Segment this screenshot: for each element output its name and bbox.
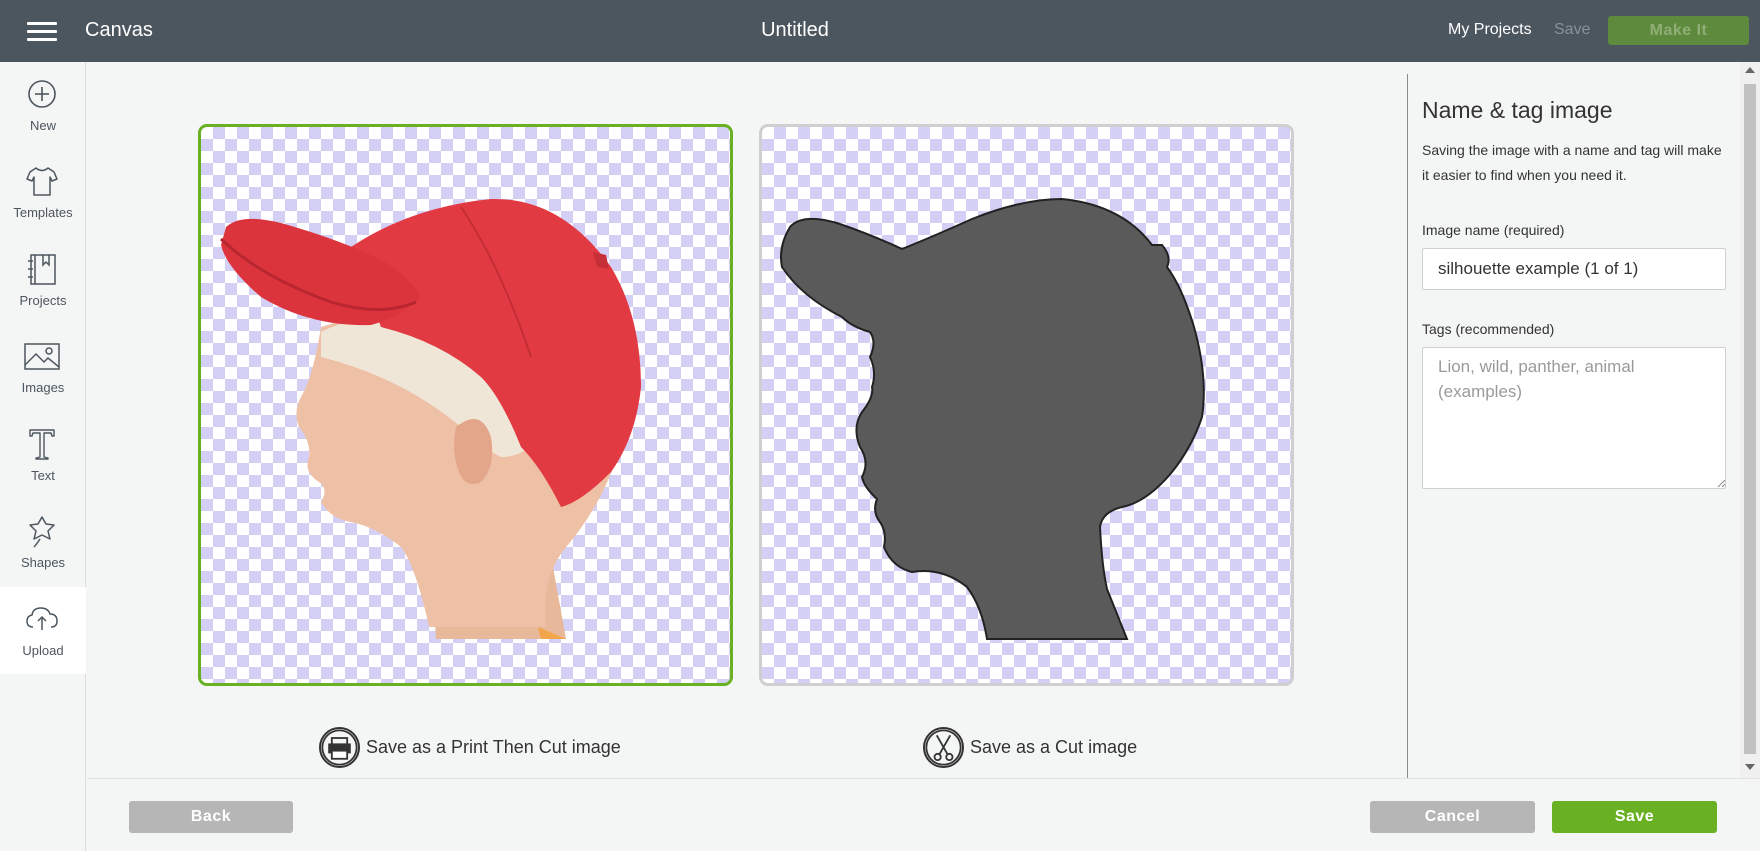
tags-input[interactable] <box>1422 347 1726 489</box>
back-button[interactable]: Back <box>129 801 293 833</box>
image-icon <box>24 343 60 370</box>
print-then-cut-label: Save as a Print Then Cut image <box>366 736 621 757</box>
plus-circle-icon <box>28 80 56 108</box>
shapes-icon <box>29 516 55 548</box>
print-then-cut-preview[interactable] <box>198 124 733 686</box>
scroll-down-arrow-icon[interactable] <box>1745 764 1755 770</box>
document-title[interactable]: Untitled <box>0 19 1590 42</box>
nav-label-shapes: Shapes <box>20 555 66 570</box>
nav-label-projects: Projects <box>19 293 67 308</box>
make-it-button[interactable]: Make It <box>1608 16 1749 45</box>
cut-option[interactable]: Save as a Cut image <box>923 725 1137 769</box>
boy-photo-image <box>219 198 641 639</box>
text-t-icon <box>29 429 55 460</box>
main-canvas-area: Save as a Print Then Cut image Save as a… <box>87 62 1407 778</box>
nav-label-images: Images <box>21 380 65 395</box>
cut-preview[interactable] <box>759 124 1294 686</box>
notebook-icon <box>28 254 56 285</box>
nav-item-projects[interactable]: Projects <box>0 237 86 324</box>
name-tag-panel: Name & tag image Saving the image with a… <box>1407 62 1740 778</box>
nav-item-templates[interactable]: Templates <box>0 149 86 236</box>
nav-label-templates: Templates <box>13 205 73 220</box>
cancel-button[interactable]: Cancel <box>1370 801 1535 833</box>
silhouette-image <box>780 197 1205 640</box>
scroll-thumb[interactable] <box>1744 84 1756 754</box>
nav-label-upload: Upload <box>22 643 64 658</box>
left-sidebar: New Templates Projects Images Text Shape… <box>0 62 86 851</box>
image-name-input[interactable] <box>1422 248 1726 290</box>
nav-item-shapes[interactable]: Shapes <box>0 499 86 586</box>
save-button[interactable]: Save <box>1552 801 1717 833</box>
printer-icon <box>319 726 360 768</box>
cloud-upload-icon <box>26 607 58 630</box>
print-then-cut-option[interactable]: Save as a Print Then Cut image <box>319 725 621 769</box>
scroll-up-arrow-icon[interactable] <box>1745 67 1755 73</box>
nav-item-new[interactable]: New <box>0 62 86 149</box>
my-projects-link[interactable]: My Projects <box>1448 21 1532 39</box>
nav-item-images[interactable]: Images <box>0 324 86 411</box>
image-name-label: Image name (required) <box>1422 222 1565 238</box>
top-save-button[interactable]: Save <box>1554 21 1590 39</box>
panel-title: Name & tag image <box>1422 97 1613 123</box>
panel-description: Saving the image with a name and tag wil… <box>1422 142 1722 183</box>
tshirt-icon <box>26 167 58 196</box>
nav-label-new: New <box>29 118 56 133</box>
tags-label: Tags (recommended) <box>1422 321 1555 337</box>
top-bar: Canvas Untitled My Projects Save Make It <box>0 0 1760 62</box>
cut-label: Save as a Cut image <box>970 736 1138 757</box>
panel-divider <box>1407 74 1408 778</box>
scissors-icon <box>923 726 964 768</box>
nav-item-text[interactable]: Text <box>0 412 86 499</box>
vertical-scrollbar[interactable] <box>1740 62 1760 778</box>
nav-label-text: Text <box>31 468 55 483</box>
footer-bar: Back Cancel Save <box>87 778 1760 851</box>
resize-grip-icon[interactable] <box>1716 478 1726 488</box>
nav-item-upload[interactable]: Upload <box>0 587 86 674</box>
